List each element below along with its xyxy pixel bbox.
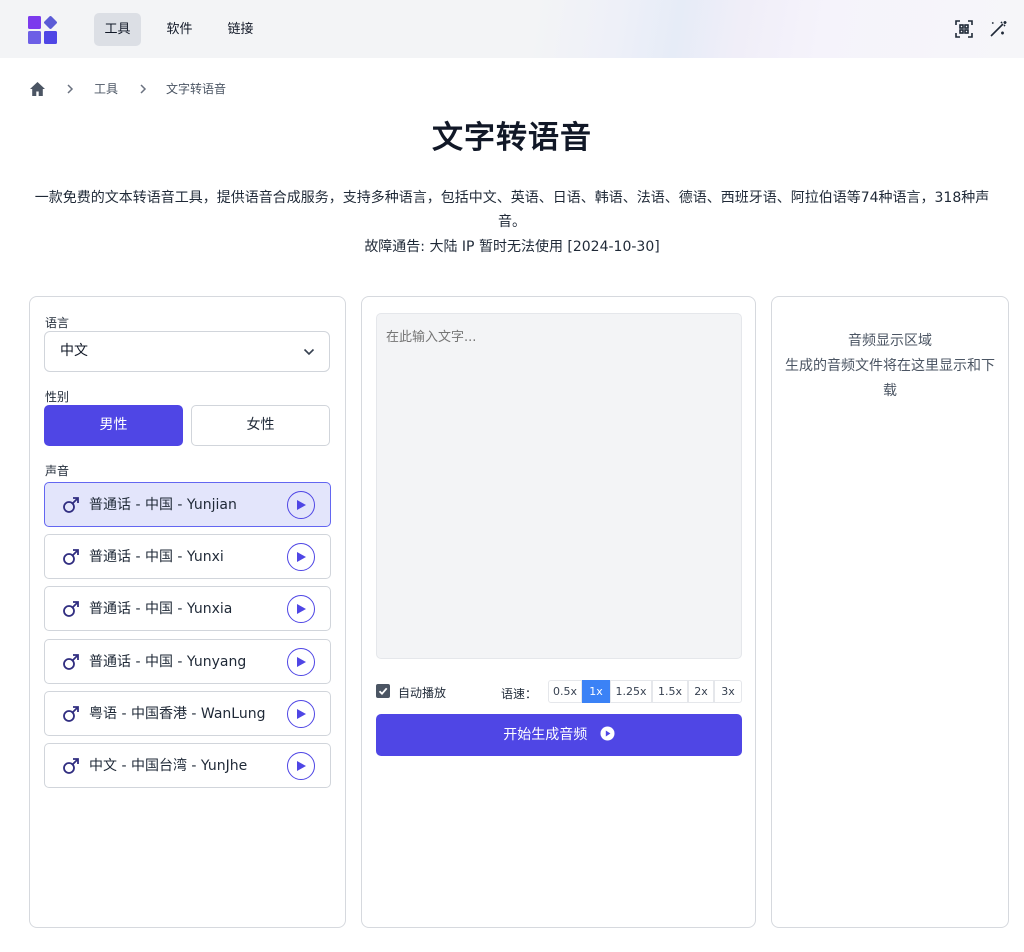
speed-option[interactable]: 2x [688,680,714,703]
play-preview-button[interactable] [287,700,315,728]
autoplay-label[interactable]: 自动播放 [398,684,446,701]
audio-area-title: 音频显示区域 [848,333,932,349]
voice-name: 普通话 - 中国 - Yunjian [89,497,237,513]
gender-male-button[interactable]: 男性 [44,405,183,446]
generate-audio-label: 开始生成音频 [503,727,588,743]
page-description: 一款免费的文本转语音工具，提供语音合成服务，支持多种语言，包括中文、英语、日语、… [34,190,990,230]
logo-icon[interactable] [27,15,59,45]
play-icon [297,604,306,614]
play-icon [297,552,306,562]
speed-option[interactable]: 1.5x [652,680,688,703]
male-icon [63,706,79,722]
chevron-right-icon [140,84,147,94]
editor-panel: 自动播放 语速： 0.5x 1x 1.25x 1.5x 2x 3x 开始生成音频 [361,296,756,928]
play-circle-icon [600,726,615,741]
top-navbar: 工具 软件 链接 [0,0,1024,58]
text-input[interactable] [376,313,742,659]
speed-option[interactable]: 1.25x [610,680,652,703]
language-label: 语言 [45,316,70,330]
male-icon [63,654,79,670]
voice-name: 普通话 - 中国 - Yunxia [89,601,233,617]
autoplay-checkbox[interactable] [376,684,390,698]
speed-option[interactable]: 1x [582,680,610,703]
generate-audio-button[interactable]: 开始生成音频 [376,714,742,756]
speed-label: 语速： [501,687,538,701]
page-title: 文字转语音 [432,120,592,156]
nav-tools[interactable]: 工具 [94,13,141,46]
male-icon [63,758,79,774]
male-icon [63,549,79,565]
chevron-down-icon [303,348,315,356]
play-preview-button[interactable] [287,491,315,519]
speed-option[interactable]: 0.5x [548,680,582,703]
gender-female-button[interactable]: 女性 [191,405,330,446]
voice-name: 中文 - 中国台湾 - YunJhe [89,758,248,774]
voice-item[interactable]: 普通话 - 中国 - Yunxia [44,586,331,631]
chevron-right-icon [67,84,74,94]
voice-item[interactable]: 普通话 - 中国 - Yunyang [44,639,331,684]
voice-item[interactable]: 普通话 - 中国 - Yunxi [44,534,331,579]
breadcrumb-tools[interactable]: 工具 [94,81,118,97]
audio-area-hint: 生成的音频文件将在这里显示和下载 [785,358,995,399]
voice-item[interactable]: 中文 - 中国台湾 - YunJhe [44,743,331,788]
play-preview-button[interactable] [287,648,315,676]
male-icon [63,497,79,513]
voice-item[interactable]: 粤语 - 中国香港 - WanLung [44,691,331,736]
check-icon [378,687,388,696]
voice-label: 声音 [45,464,70,478]
voice-name: 粤语 - 中国香港 - WanLung [89,706,266,722]
nav-software[interactable]: 软件 [156,13,203,46]
play-icon [297,657,306,667]
voice-name: 普通话 - 中国 - Yunxi [89,549,224,565]
play-icon [297,709,306,719]
play-icon [297,500,306,510]
play-preview-button[interactable] [287,752,315,780]
language-select[interactable]: 中文 [44,331,330,372]
audio-display-area: 音频显示区域 生成的音频文件将在这里显示和下载 [784,329,996,404]
settings-panel: 语言 中文 性别 男性 女性 声音 普通话 - 中国 - Yunjian 普通话… [29,296,346,928]
play-icon [297,761,306,771]
play-preview-button[interactable] [287,595,315,623]
audio-panel: 音频显示区域 生成的音频文件将在这里显示和下载 [771,296,1009,928]
home-icon[interactable] [29,81,46,97]
magic-wand-icon[interactable] [988,19,1008,39]
voice-name: 普通话 - 中国 - Yunyang [89,654,247,670]
language-value: 中文 [60,343,88,359]
voice-item[interactable]: 普通话 - 中国 - Yunjian [44,482,331,527]
gender-label: 性别 [45,390,70,404]
play-preview-button[interactable] [287,543,315,571]
outage-notice: 故障通告: 大陆 IP 暂时无法使用 [2024-10-30] [364,239,660,255]
breadcrumb-current: 文字转语音 [166,82,227,96]
speed-option[interactable]: 3x [714,680,742,703]
scan-icon[interactable] [954,19,974,39]
nav-links[interactable]: 链接 [217,13,264,46]
male-icon [63,601,79,617]
